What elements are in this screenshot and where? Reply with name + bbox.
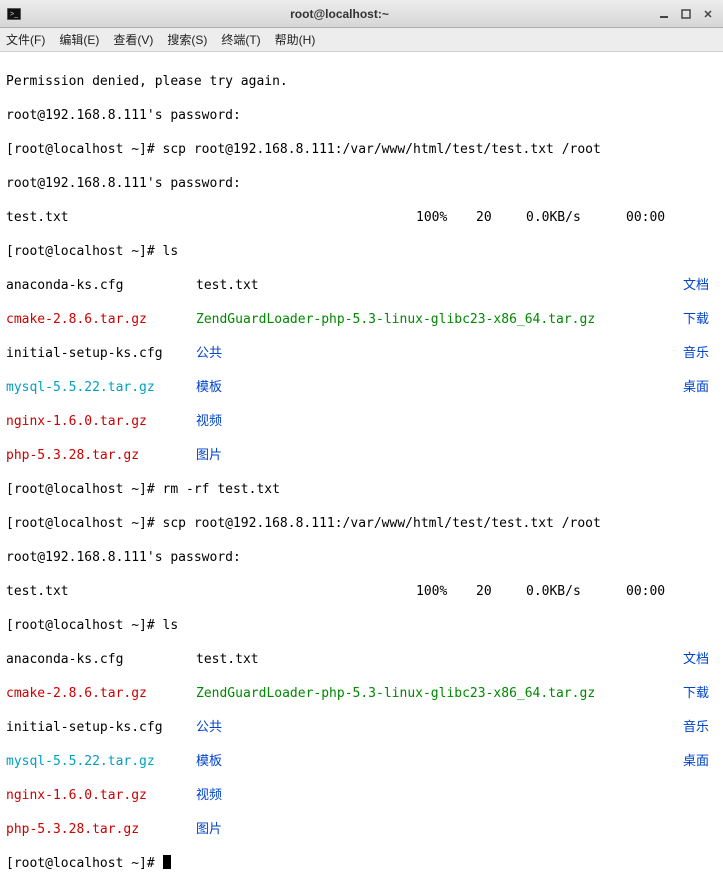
output-line: [root@localhost ~]# ls [6, 617, 717, 634]
ls-row: mysql-5.5.22.tar.gz模板桌面 [6, 379, 717, 396]
prompt: [root@localhost ~]# [6, 856, 163, 871]
ls-dir: 公共 [196, 719, 683, 736]
output-line: Permission denied, please try again. [6, 73, 717, 90]
ls-archive: php-5.3.28.tar.gz [6, 821, 196, 838]
progress-speed: 0.0KB/s [526, 583, 626, 600]
terminal-app-icon: >_ [6, 6, 22, 22]
progress-filename: test.txt [6, 583, 416, 600]
menu-file[interactable]: 文件(F) [6, 31, 45, 48]
ls-row: nginx-1.6.0.tar.gz视频 [6, 413, 717, 430]
output-line: [root@localhost ~]# scp root@192.168.8.1… [6, 515, 717, 532]
svg-text:>_: >_ [10, 11, 18, 18]
menubar: 文件(F) 编辑(E) 查看(V) 搜索(S) 终端(T) 帮助(H) [0, 28, 723, 52]
ls-dir: 模板 [196, 379, 683, 396]
ls-dir: 模板 [196, 753, 683, 770]
progress-percent: 100% [416, 209, 476, 226]
output-line: root@192.168.8.111's password: [6, 549, 717, 566]
maximize-button[interactable] [677, 5, 695, 23]
close-button[interactable] [699, 5, 717, 23]
ls-dir: 视频 [196, 787, 683, 804]
prompt-line: [root@localhost ~]# [6, 855, 717, 872]
ls-executable: ZendGuardLoader-php-5.3-linux-glibc23-x8… [196, 685, 683, 702]
ls-row: anaconda-ks.cfgtest.txt文档 [6, 277, 717, 294]
ls-file: test.txt [196, 651, 683, 668]
ls-dir: 图片 [196, 447, 683, 464]
ls-row: initial-setup-ks.cfg公共音乐 [6, 345, 717, 362]
output-line: [root@localhost ~]# scp root@192.168.8.1… [6, 141, 717, 158]
ls-dir: 下载 [683, 685, 717, 702]
progress-filename: test.txt [6, 209, 416, 226]
ls-row: initial-setup-ks.cfg公共音乐 [6, 719, 717, 736]
ls-row: mysql-5.5.22.tar.gz模板桌面 [6, 753, 717, 770]
ls-row: anaconda-ks.cfgtest.txt文档 [6, 651, 717, 668]
ls-file: initial-setup-ks.cfg [6, 719, 196, 736]
progress-time: 00:00 [626, 583, 665, 600]
progress-bytes: 20 [476, 583, 526, 600]
output-line: [root@localhost ~]# rm -rf test.txt [6, 481, 717, 498]
output-line: root@192.168.8.111's password: [6, 175, 717, 192]
ls-row: php-5.3.28.tar.gz图片 [6, 447, 717, 464]
ls-dir: 音乐 [683, 719, 717, 736]
ls-dir: 音乐 [683, 345, 717, 362]
ls-dir: 桌面 [683, 379, 717, 396]
ls-dir: 公共 [196, 345, 683, 362]
menu-view[interactable]: 查看(V) [113, 31, 153, 48]
menu-terminal[interactable]: 终端(T) [221, 31, 260, 48]
ls-dir: 文档 [683, 277, 717, 294]
menu-help[interactable]: 帮助(H) [275, 31, 316, 48]
ls-file: test.txt [196, 277, 683, 294]
ls-archive: php-5.3.28.tar.gz [6, 447, 196, 464]
ls-archive: cmake-2.8.6.tar.gz [6, 311, 196, 328]
ls-archive: nginx-1.6.0.tar.gz [6, 413, 196, 430]
ls-row: nginx-1.6.0.tar.gz视频 [6, 787, 717, 804]
ls-row: php-5.3.28.tar.gz图片 [6, 821, 717, 838]
minimize-button[interactable] [655, 5, 673, 23]
output-line: root@192.168.8.111's password: [6, 107, 717, 124]
progress-speed: 0.0KB/s [526, 209, 626, 226]
ls-dir: 文档 [683, 651, 717, 668]
window-title: root@localhost:~ [28, 7, 651, 21]
ls-dir: 视频 [196, 413, 683, 430]
ls-symlink: mysql-5.5.22.tar.gz [6, 379, 196, 396]
ls-executable: ZendGuardLoader-php-5.3-linux-glibc23-x8… [196, 311, 683, 328]
terminal-output[interactable]: Permission denied, please try again. roo… [0, 52, 723, 895]
ls-row: cmake-2.8.6.tar.gzZendGuardLoader-php-5.… [6, 685, 717, 702]
ls-row: cmake-2.8.6.tar.gzZendGuardLoader-php-5.… [6, 311, 717, 328]
titlebar: >_ root@localhost:~ [0, 0, 723, 28]
ls-symlink: mysql-5.5.22.tar.gz [6, 753, 196, 770]
ls-archive: nginx-1.6.0.tar.gz [6, 787, 196, 804]
ls-archive: cmake-2.8.6.tar.gz [6, 685, 196, 702]
scp-progress: test.txt100%200.0KB/s00:00 [6, 209, 717, 226]
output-line: [root@localhost ~]# ls [6, 243, 717, 260]
ls-dir: 下载 [683, 311, 717, 328]
menu-search[interactable]: 搜索(S) [167, 31, 207, 48]
ls-file: anaconda-ks.cfg [6, 651, 196, 668]
menu-edit[interactable]: 编辑(E) [59, 31, 99, 48]
ls-file: initial-setup-ks.cfg [6, 345, 196, 362]
ls-file: anaconda-ks.cfg [6, 277, 196, 294]
cursor-icon [163, 855, 171, 869]
progress-bytes: 20 [476, 209, 526, 226]
ls-dir: 桌面 [683, 753, 717, 770]
progress-percent: 100% [416, 583, 476, 600]
ls-dir: 图片 [196, 821, 683, 838]
progress-time: 00:00 [626, 209, 665, 226]
scp-progress: test.txt100%200.0KB/s00:00 [6, 583, 717, 600]
